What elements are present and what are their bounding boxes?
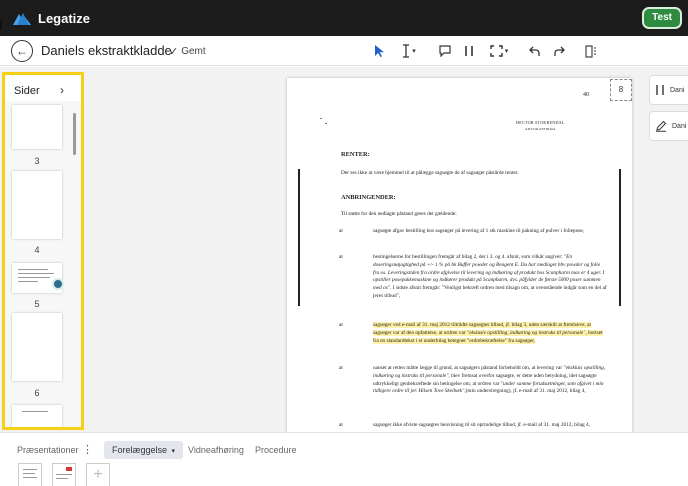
app-name: Legatize (38, 10, 91, 26)
text-cursor-icon (403, 44, 410, 58)
card-label: Dani (670, 86, 685, 94)
text-select-tool-button[interactable]: ▾ (397, 42, 421, 60)
app-window: Legatize Test ← Daniels ekstraktkladde ✓… (0, 0, 688, 486)
region-select-tool-button[interactable]: ▾ (486, 42, 512, 60)
sidebar-scrollbar[interactable] (73, 113, 76, 155)
chevron-down-icon: ▾ (412, 48, 416, 55)
presentation-thumbnail[interactable] (18, 463, 42, 486)
tab-vidneafhoring[interactable]: Vidneafhøring (188, 441, 244, 459)
card-label: Dani (672, 122, 687, 130)
sidebar-header[interactable]: Sider › (5, 75, 81, 101)
section-heading-anbringender: ANBRINGENDER: (341, 194, 396, 201)
cursor-arrow-icon (375, 45, 384, 57)
anbringender-intro: Til støtte for den nedlagte påstand gøre… (341, 211, 457, 217)
letterhead-subtitle: ADVOKATFIRMA (525, 127, 556, 131)
pencil-icon (656, 120, 667, 132)
annotation-badge-icon[interactable] (52, 278, 64, 290)
columns-icon (465, 46, 473, 56)
page-thumbnail-4[interactable] (12, 171, 62, 239)
item-label: at (339, 422, 343, 428)
chevron-down-icon: ▾ (171, 448, 176, 455)
item-text: I sidste afsnit fremgår: "Venligst bekræ… (373, 285, 607, 299)
item-text: ,(min understregning), jf. e-mail af 31.… (464, 388, 586, 395)
plea-item-1: sagsøgte afgav bestilling hos sagsøger p… (373, 228, 585, 234)
right-panel-card-edit[interactable]: Dani (649, 111, 688, 141)
tab-presentations[interactable]: Præsentationer (17, 441, 79, 459)
bottom-bar: Præsentationer ⋮ Forelæggelse ▾ Vidneafh… (0, 432, 688, 486)
add-slide-button[interactable]: + (86, 463, 110, 486)
page-thumbnail-6[interactable] (12, 313, 62, 381)
sidebar-title: Sider (14, 85, 40, 97)
page-thumbnail-label: 3 (34, 156, 40, 166)
scan-speck (320, 118, 322, 119)
redo-icon (554, 46, 565, 56)
item-label: at (339, 365, 343, 371)
tab-label: Forelæggelse (112, 445, 168, 455)
page-thumbnail-3[interactable] (12, 105, 62, 149)
document-page[interactable]: 8 40 HECTOR STOKBENDAL ADVOKATFIRMA RENT… (287, 78, 632, 438)
plea-item-5: sagsøger ikke afviste sagsøgtes henvisni… (373, 422, 590, 428)
legatize-logo-icon (13, 13, 31, 25)
app-logo[interactable]: Legatize (12, 9, 90, 27)
item-label: at (339, 254, 343, 260)
page-number-box[interactable]: 8 (610, 79, 632, 101)
renter-text: Der ses ikke at være hjemmel til at pålæ… (341, 170, 519, 176)
highlighted-quote: "ekslusiv opstilling, indkøring og instr… (466, 329, 586, 336)
layout-icon (585, 44, 596, 58)
item-label: at (339, 322, 343, 328)
item-text: bestingelserne for bestillingen fremgår … (373, 254, 564, 260)
undo-icon (529, 46, 540, 56)
chevron-down-icon: ▾ (504, 48, 509, 55)
plea-item-3-highlighted[interactable]: sagsøger ved e-mail af 31. maj 2012 tilt… (373, 322, 607, 345)
save-status-label: Gemt (181, 46, 206, 57)
pages-sidebar: Sider › 3 4 5 6 (2, 72, 84, 430)
plea-item-2: bestingelserne for bestillingen fremgår … (373, 254, 607, 301)
item-text: uanset at retten måtte lægge til grund, … (373, 365, 564, 371)
presentation-thumbnail[interactable] (52, 463, 76, 486)
redo-button[interactable] (552, 42, 566, 60)
margin-bar-left (298, 169, 300, 306)
section-heading-renter: RENTER: (341, 151, 370, 158)
plea-item-4: uanset at retten måtte lægge til grund, … (373, 365, 607, 396)
chevron-right-icon[interactable]: › (60, 83, 64, 97)
undo-button[interactable] (528, 42, 542, 60)
comment-icon (439, 45, 451, 57)
tab-procedure[interactable]: Procedure (255, 441, 297, 459)
right-panel-card-columns[interactable]: Dani (649, 75, 688, 105)
cursor-tool-button[interactable] (373, 42, 387, 60)
arrow-left-icon: ← (16, 44, 28, 58)
margin-bar-right (619, 169, 621, 306)
tab-forelaeggelse[interactable]: Forelæggelse ▾ (104, 441, 184, 459)
columns-icon (656, 85, 664, 95)
page-number: 40 (583, 92, 589, 98)
region-select-icon (490, 45, 503, 57)
page-thumbnail-7[interactable] (12, 405, 62, 427)
more-options-icon[interactable]: ⋮ (82, 441, 93, 459)
save-status: ✓ Gemt (169, 45, 206, 58)
window-edge-mark (0, 20, 4, 30)
check-icon: ✓ (169, 46, 179, 58)
back-button[interactable]: ← (11, 40, 33, 62)
document-title[interactable]: Daniels ekstraktkladde (41, 43, 172, 58)
user-avatar-button[interactable]: Test (642, 7, 682, 29)
layout-tool-button[interactable] (584, 42, 598, 60)
document-header: ← Daniels ekstraktkladde ✓ Gemt ▾ ▾ (0, 36, 688, 66)
scan-speck (325, 123, 327, 124)
item-label: at (339, 228, 343, 234)
top-bar: Legatize Test (0, 0, 688, 36)
page-thumbnail-label: 4 (34, 245, 40, 255)
page-thumbnail-label: 5 (34, 299, 40, 309)
page-thumbnail-label: 6 (34, 388, 40, 398)
columns-tool-button[interactable] (462, 42, 476, 60)
comment-tool-button[interactable] (438, 42, 452, 60)
letterhead-name: HECTOR STOKBENDAL (516, 120, 565, 125)
